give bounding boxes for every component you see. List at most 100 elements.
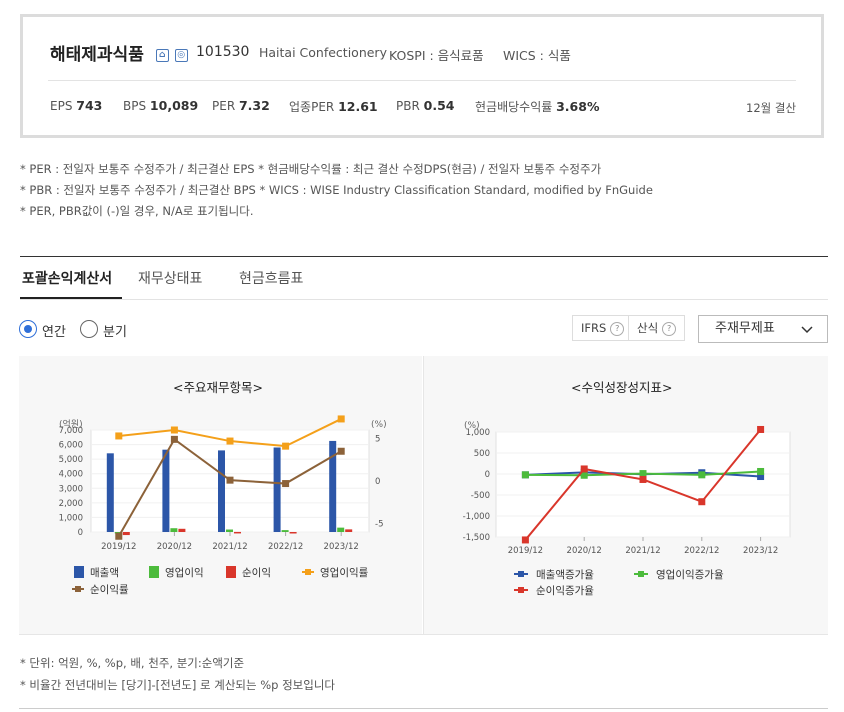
help-icon[interactable]: ? bbox=[662, 321, 677, 336]
legend-label: 순이익 bbox=[242, 567, 271, 579]
point-순이익률 bbox=[282, 480, 290, 488]
footer-note-ratio: * 비율간 전년대비는 [당기]-[전년도] 로 계산되는 %p 정보입니다 bbox=[20, 678, 335, 692]
tab-income-statement[interactable]: 포괄손익계산서 bbox=[22, 268, 112, 288]
legend-label: 매출액 bbox=[90, 567, 119, 579]
bar-순이익 bbox=[289, 532, 297, 534]
legend-marker bbox=[305, 569, 311, 575]
y-tick-label: 1,000 bbox=[466, 428, 490, 438]
formula-button[interactable]: 산식? bbox=[628, 315, 685, 341]
metric-label: PER bbox=[212, 99, 236, 113]
radio-annual-label[interactable]: 연간 bbox=[42, 321, 66, 340]
x-tick-label: 2019/12 bbox=[508, 546, 543, 556]
metric-value: 0.54 bbox=[423, 98, 455, 113]
y2-tick-label: 0 bbox=[375, 477, 380, 487]
x-tick-label: 2019/12 bbox=[101, 542, 136, 552]
bar-순이익 bbox=[345, 529, 353, 532]
tab-balance-sheet[interactable]: 재무상태표 bbox=[138, 268, 202, 288]
note-per: * PER : 전일자 보통주 수정주가 / 최근결산 EPS * 현금배당수익… bbox=[20, 162, 602, 176]
legend-label: 영업이익 bbox=[165, 566, 204, 579]
ifrs-label: IFRS bbox=[581, 321, 607, 335]
metric-label: BPS bbox=[123, 99, 147, 113]
point-영업이익증가율 bbox=[757, 467, 765, 475]
radio-annual[interactable] bbox=[19, 320, 37, 338]
metric-label: 업종PER bbox=[289, 100, 335, 114]
y-tick-label: -1,500 bbox=[463, 533, 490, 543]
bar-순이익 bbox=[234, 531, 241, 534]
tab-bottom-border bbox=[20, 299, 828, 300]
legend-label: 순이익률 bbox=[90, 584, 129, 596]
point-영업이익률 bbox=[337, 415, 345, 423]
point-순이익증가율 bbox=[521, 536, 529, 544]
point-순이익률 bbox=[115, 532, 123, 540]
metric-value: 3.68% bbox=[556, 99, 600, 114]
point-순이익증가율 bbox=[757, 425, 765, 433]
x-tick-label: 2021/12 bbox=[625, 546, 660, 556]
bar-영업이익 bbox=[170, 528, 178, 532]
formula-label: 산식 bbox=[637, 321, 659, 335]
point-순이익증가율 bbox=[580, 465, 588, 473]
y-tick-label: 6,000 bbox=[59, 441, 83, 451]
bar-영업이익 bbox=[281, 530, 289, 532]
metric-label: PBR bbox=[396, 99, 420, 113]
metric-label: EPS bbox=[50, 99, 73, 113]
statement-type-value: 주재무제표 bbox=[715, 321, 775, 336]
help-icon[interactable]: ? bbox=[610, 321, 625, 336]
statement-type-select[interactable]: 주재무제표 bbox=[698, 315, 828, 343]
chevron-down-icon bbox=[801, 326, 813, 334]
point-순이익증가율 bbox=[639, 475, 647, 483]
legend-label: 순이익증가율 bbox=[536, 585, 594, 597]
bar-영업이익 bbox=[337, 527, 345, 532]
company-name-en: Haitai Confectionery bbox=[259, 45, 387, 60]
legend-label: 영업이익률 bbox=[320, 566, 369, 579]
x-tick-label: 2021/12 bbox=[212, 542, 247, 552]
metric-bps: BPS 10,089 bbox=[123, 98, 198, 113]
y-tick-label: 4,000 bbox=[59, 470, 83, 480]
x-tick-label: 2023/12 bbox=[743, 546, 778, 556]
metric-sector-per: 업종PER 12.61 bbox=[289, 98, 378, 115]
radio-quarter[interactable] bbox=[80, 320, 98, 338]
tab-top-border bbox=[20, 256, 828, 257]
bar-영업이익 bbox=[226, 529, 233, 532]
point-영업이익률 bbox=[170, 426, 178, 434]
bar-매출액 bbox=[218, 450, 225, 532]
radio-quarter-label[interactable]: 분기 bbox=[103, 321, 127, 340]
stock-code: 101530 bbox=[196, 44, 250, 60]
point-영업이익증가율 bbox=[521, 471, 529, 479]
point-영업이익률 bbox=[282, 442, 290, 450]
ifrs-button[interactable]: IFRS? bbox=[572, 315, 629, 341]
point-순이익률 bbox=[170, 435, 178, 443]
y-tick-label: -500 bbox=[471, 491, 490, 501]
home-icon[interactable]: ⌂ bbox=[155, 48, 169, 62]
y-tick-label: -1,000 bbox=[463, 512, 490, 522]
bar-순이익 bbox=[122, 532, 130, 536]
metric-value: 743 bbox=[76, 98, 103, 113]
bar-매출액 bbox=[273, 447, 281, 532]
legend-marker bbox=[638, 571, 644, 577]
point-순이익증가율 bbox=[698, 498, 706, 506]
metric-dividend-yield: 현금배당수익률 3.68% bbox=[475, 98, 599, 115]
chart-growth: (%)1,0005000-500-1,000-1,5002019/12 2020/… bbox=[463, 421, 791, 597]
note-pbr: * PBR : 전일자 보통주 수정주가 / 최근결산 BPS * WICS :… bbox=[20, 183, 653, 197]
point-순이익률 bbox=[226, 476, 234, 484]
x-tick-label: 2022/12 bbox=[268, 542, 303, 552]
bar-순이익 bbox=[178, 528, 186, 532]
y-tick-label: 7,000 bbox=[59, 426, 83, 436]
company-name-block: 해태제과식품 ⌂ ◎ bbox=[50, 40, 188, 65]
company-name: 해태제과식품 bbox=[50, 45, 144, 65]
chart-main-items: (억원)7,0006,0005,0004,0003,0002,0001,0000… bbox=[59, 415, 387, 596]
header-divider bbox=[48, 80, 796, 81]
y2-axis-label: (%) bbox=[371, 420, 387, 430]
table-top-border bbox=[19, 708, 828, 709]
metric-value: 12.61 bbox=[338, 99, 378, 114]
point-영업이익률 bbox=[226, 437, 234, 445]
footer-note-units: * 단위: 억원, %, %p, 배, 천주, 분기:순액기준 bbox=[20, 656, 245, 670]
company-summary-box bbox=[20, 14, 824, 138]
y-tick-label: 2,000 bbox=[59, 499, 83, 509]
tab-cash-flow[interactable]: 현금흐름표 bbox=[239, 268, 303, 288]
ir-icon[interactable]: ◎ bbox=[174, 48, 188, 62]
panel-bottom-border bbox=[19, 634, 828, 635]
chart1-title: <주요재무항목> bbox=[173, 380, 263, 395]
legend-swatch bbox=[149, 566, 159, 578]
y-tick-label: 500 bbox=[474, 449, 490, 459]
point-영업이익증가율 bbox=[698, 471, 706, 479]
